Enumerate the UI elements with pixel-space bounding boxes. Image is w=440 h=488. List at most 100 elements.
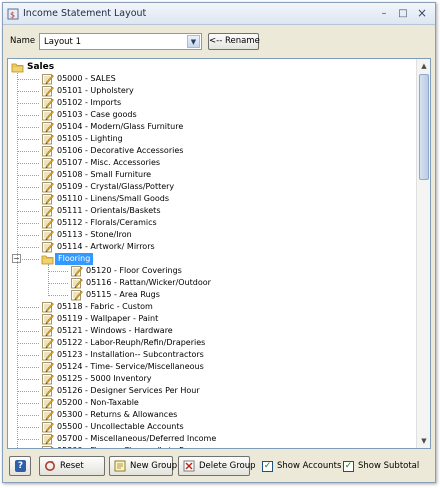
tree-account-item-label: 05105 - Lighting <box>57 134 123 143</box>
account-icon <box>41 85 54 97</box>
tree-account-item-label: 05106 - Decorative Accessories <box>57 146 184 155</box>
tree-account-item-label: 05108 - Small Furniture <box>57 170 152 179</box>
tree-account-item-label: 05119 - Wallpaper - Paint <box>57 314 159 323</box>
folder-icon <box>11 61 24 73</box>
app-icon: $ <box>7 8 19 20</box>
show-subtotal-check-icon[interactable]: ✓ <box>343 461 354 472</box>
tree-connector <box>17 403 39 404</box>
tree-root-sales-label: Sales <box>27 62 55 72</box>
tree-connector <box>17 175 39 176</box>
delete-group-label: Delete Group <box>199 461 256 471</box>
account-icon <box>41 217 54 229</box>
tree-group-flooring-label: Flooring <box>55 253 94 265</box>
tree-account-item-label: 05000 - SALES <box>57 74 116 83</box>
tree-connector <box>17 331 39 332</box>
window-title: Income Statement Layout <box>23 8 147 19</box>
tree-connector <box>17 427 39 428</box>
account-icon <box>70 277 83 289</box>
new-group-button[interactable]: New Group <box>109 456 177 476</box>
tree-connector <box>17 127 39 128</box>
account-icon <box>70 265 83 277</box>
account-icon <box>41 361 54 373</box>
account-icon <box>41 325 54 337</box>
account-icon <box>41 145 54 157</box>
vertical-scrollbar[interactable]: ▲ ▼ <box>416 59 430 448</box>
tree-connector <box>17 151 39 152</box>
account-icon <box>41 349 54 361</box>
account-icon <box>41 241 54 253</box>
name-label: Name <box>10 36 36 46</box>
layout-combobox[interactable]: Layout 1 ▼ <box>39 33 202 50</box>
tree-group-child-item-label: 05116 - Rattan/Wicker/Outdoor <box>86 278 211 287</box>
tree-connector <box>17 211 39 212</box>
tree-connector <box>17 139 39 140</box>
tree-connector <box>17 187 39 188</box>
restore-button[interactable]: □ <box>396 7 410 20</box>
tree-account-item-label: 05102 - Imports <box>57 98 122 107</box>
tree-account-item-label: 05125 - 5000 Inventory <box>57 374 152 383</box>
account-icon <box>41 301 54 313</box>
tree-group-child-item-label: 05120 - Floor Coverings <box>86 266 182 275</box>
tree-connector <box>17 163 39 164</box>
show-subtotal-label: Show Subtotal <box>358 461 420 471</box>
tree-account-item-label: 05126 - Designer Services Per Hour <box>57 386 200 395</box>
income-statement-layout-window: $ Income Statement Layout – □ × Name Lay… <box>2 2 436 483</box>
tree-connector <box>17 199 39 200</box>
svg-text:$: $ <box>10 11 15 20</box>
account-icon <box>41 373 54 385</box>
bottom-toolbar: ? Reset New Group Delete Group ✓ Show Ac… <box>3 453 435 481</box>
tree-connector <box>17 235 39 236</box>
scroll-thumb[interactable] <box>419 74 429 180</box>
account-icon <box>41 133 54 145</box>
account-icon <box>41 205 54 217</box>
tree-account-item-label: 05112 - Florals/Ceramics <box>57 218 157 227</box>
chevron-down-icon[interactable]: ▼ <box>187 35 200 48</box>
close-button[interactable]: × <box>415 7 429 20</box>
tree-account-item-label: 05101 - Upholstery <box>57 86 134 95</box>
title-bar[interactable]: $ Income Statement Layout – □ × <box>3 3 435 25</box>
tree-account-item-label: 05122 - Labor-Reuph/Refin/Draperies <box>57 338 206 347</box>
tree-connector <box>17 415 39 416</box>
tree-account-item-label: 05104 - Modern/Glass Furniture <box>57 122 184 131</box>
scroll-down-button[interactable]: ▼ <box>417 434 430 448</box>
tree-account-item-label: 05800 - Finance Charges/Late Fees <box>57 445 197 448</box>
tree-account-item-label: 05500 - Uncollectable Accounts <box>57 422 184 431</box>
tree-connector <box>17 439 39 440</box>
tree-connector <box>17 103 39 104</box>
tree-connector <box>17 91 39 92</box>
tree-connector <box>17 391 39 392</box>
account-icon <box>41 73 54 85</box>
account-icon <box>41 445 54 448</box>
tree-group-child-item-label: 05115 - Area Rugs <box>86 290 160 299</box>
tree-connector <box>17 247 39 248</box>
delete-group-icon <box>183 460 195 472</box>
tree-connector <box>17 79 39 80</box>
tree-connector <box>48 271 68 272</box>
name-row: Name Layout 1 ▼ <-- Rename <box>3 31 435 55</box>
account-icon <box>41 229 54 241</box>
account-icon <box>41 193 54 205</box>
tree-account-item-label: 05114 - Artwork/ Mirrors <box>57 242 155 251</box>
delete-group-button[interactable]: Delete Group <box>178 456 256 476</box>
minimize-button[interactable]: – <box>377 7 391 20</box>
help-button[interactable]: ? <box>9 456 31 476</box>
layout-tree[interactable]: Sales 05000 - SALES 05101 - Upholstery 0510… <box>7 58 431 449</box>
show-accounts-check-icon[interactable]: ✓ <box>262 461 273 472</box>
tree-account-item-label: 05113 - Stone/Iron <box>57 230 132 239</box>
account-icon <box>41 421 54 433</box>
tree-connector <box>17 319 39 320</box>
tree-connector <box>17 367 39 368</box>
tree-connector <box>48 295 68 296</box>
tree-account-item-label: 05110 - Linens/Small Goods <box>57 194 170 203</box>
scroll-up-button[interactable]: ▲ <box>417 59 430 73</box>
new-group-icon <box>114 460 126 472</box>
tree-body: Sales 05000 - SALES 05101 - Upholstery 0510… <box>8 59 416 448</box>
tree-connector <box>48 283 68 284</box>
reset-button[interactable]: Reset <box>39 456 105 476</box>
tree-connector <box>17 379 39 380</box>
account-icon <box>41 433 54 445</box>
tree-account-item-label: 05111 - Orientals/Baskets <box>57 206 161 215</box>
new-group-label: New Group <box>130 461 178 471</box>
rename-button[interactable]: <-- Rename <box>208 33 260 50</box>
tree-account-item-label: 05109 - Crystal/Glass/Pottery <box>57 182 175 191</box>
